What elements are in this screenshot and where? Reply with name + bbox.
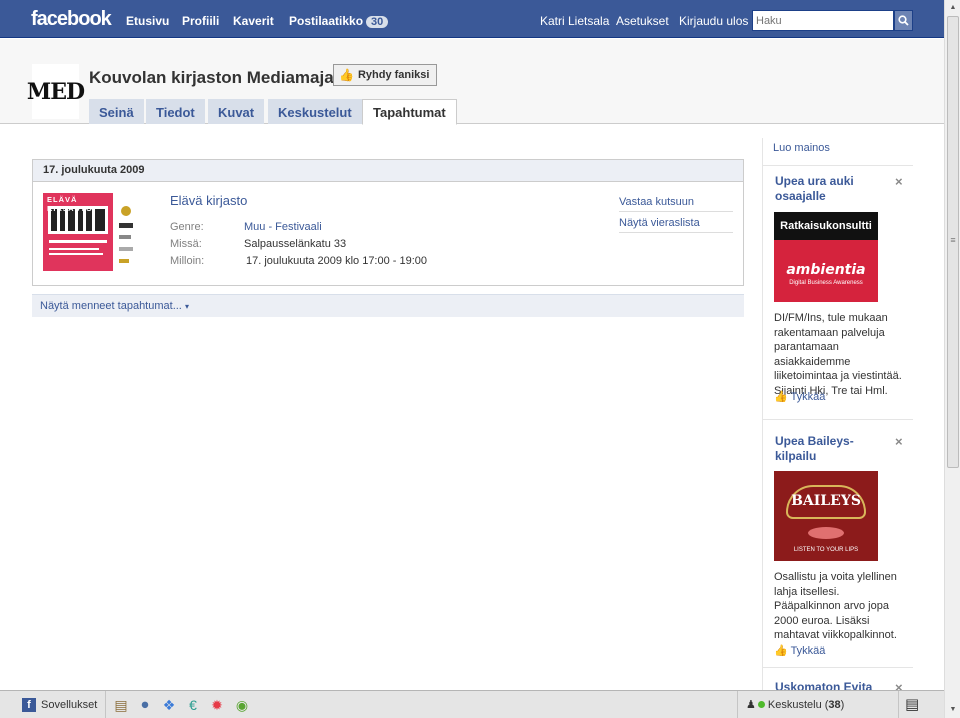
become-fan-label: Ryhdy faniksi — [357, 69, 430, 81]
inbox-count-badge: 30 — [366, 16, 389, 28]
tab-info[interactable]: Tiedot — [146, 99, 205, 124]
nav-home[interactable]: Etusivu — [126, 14, 169, 28]
ad-image-brand: ambientia — [786, 262, 866, 278]
facebook-icon: f — [22, 697, 36, 712]
online-dot-icon — [757, 701, 765, 708]
chat-button[interactable]: ♟ Keskustelu (38) — [737, 691, 899, 718]
ad-title[interactable]: Uskomaton Evita — [775, 680, 893, 690]
page-header: MED Kouvolan kirjaston Mediamaja 👍 Ryhdy… — [0, 39, 944, 125]
search-button[interactable] — [894, 10, 913, 31]
ad-like-button[interactable]: 👍 Tykkää — [774, 390, 825, 403]
thumbs-up-icon: 👍 — [774, 645, 788, 657]
notes-icon[interactable]: ▤ — [112, 696, 130, 714]
nav-profile[interactable]: Profiili — [182, 14, 219, 28]
close-icon[interactable]: × — [895, 174, 903, 189]
ad-title[interactable]: Upea Baileys-kilpailu — [775, 434, 893, 464]
facebook-logo[interactable]: facebook — [31, 8, 112, 31]
events-box: 17. joulukuuta 2009 ELÄVÄ KIRJASTO Elävä… — [32, 159, 744, 286]
chat-options-icon[interactable]: ▤ — [905, 695, 919, 713]
top-bar: facebook Etusivu Profiili Kaverit Postil… — [0, 0, 944, 38]
event-location-value: Salpausselänkatu 33 — [244, 238, 347, 250]
ad-like-button[interactable]: 👍 Tykkää — [774, 644, 825, 657]
ad-image-tagline: Digital Business Awareness — [789, 280, 863, 286]
nav-settings[interactable]: Asetukset — [616, 14, 669, 28]
event-genre-label: Genre: — [170, 221, 204, 233]
lips-icon — [808, 527, 844, 539]
ads-column: Luo mainos Upea ura auki osaajalle × Rat… — [762, 138, 913, 690]
ad-image-tagline: LISTEN TO YOUR LIPS — [793, 547, 859, 553]
search-input[interactable] — [752, 10, 894, 31]
tab-discussions[interactable]: Keskustelut — [268, 99, 362, 124]
close-icon[interactable]: × — [895, 680, 903, 690]
scroll-up-arrow-icon[interactable]: ▲ — [945, 0, 960, 16]
past-events-label: Näytä menneet tapahtumat... — [40, 300, 182, 312]
scroll-down-arrow-icon[interactable]: ▼ — [945, 702, 960, 718]
become-fan-button[interactable]: 👍 Ryhdy faniksi — [333, 64, 438, 86]
guest-list-link[interactable]: Näytä vieraslista — [619, 217, 733, 233]
chat-count: 38 — [828, 698, 841, 711]
ad-image-brand: BAILEYS — [791, 493, 861, 509]
car-icon[interactable]: ⚫ — [136, 696, 154, 714]
nav-inbox-label: Postilaatikko — [289, 14, 364, 28]
close-icon[interactable]: × — [895, 434, 903, 449]
globe-icon[interactable]: ◉ — [233, 696, 251, 714]
puzzle-icon[interactable]: ❖ — [160, 696, 178, 714]
thumbs-up-icon: 👍 — [339, 68, 354, 82]
rsvp-link[interactable]: Vastaa kutsuun — [619, 196, 733, 212]
ad-like-label: Tykkää — [790, 645, 826, 657]
tab-photos[interactable]: Kuvat — [208, 99, 265, 124]
event-time-label: Milloin: — [170, 255, 205, 267]
ad-like-label: Tykkää — [790, 391, 826, 403]
past-events-bar: Näytä menneet tapahtumat... ▾ — [32, 294, 744, 317]
ad-item: Upea Baileys-kilpailu × BAILEYS LISTEN T… — [763, 419, 913, 667]
nav-logout[interactable]: Kirjaudu ulos — [679, 14, 748, 28]
ad-item: Uskomaton Evita × — [763, 667, 913, 690]
event-location-label: Missä: — [170, 238, 202, 250]
thumbs-up-icon: 👍 — [774, 391, 788, 403]
chat-label: Keskustelu — [767, 698, 822, 711]
search-box — [752, 10, 913, 31]
nav-inbox[interactable]: Postilaatikko 30 — [289, 14, 389, 28]
event-time-value: 17. joulukuuta 2009 klo 17:00 - 19:00 — [246, 255, 428, 267]
ad-text: DI/FM/Ins, tule mukaan rakentamaan palve… — [774, 312, 902, 397]
event-poster-title: ELÄVÄ KIRJASTO — [47, 195, 93, 213]
scroll-grip-icon: ≡ — [950, 235, 956, 245]
past-events-link[interactable]: Näytä menneet tapahtumat... ▾ — [40, 300, 189, 312]
ad-image[interactable]: BAILEYS LISTEN TO YOUR LIPS — [774, 471, 878, 561]
tab-events[interactable]: Tapahtumat — [362, 99, 457, 125]
scrollbar-thumb[interactable]: ≡ — [947, 16, 959, 468]
page-logo[interactable]: MED — [27, 64, 85, 119]
burst-icon[interactable]: ✹ — [208, 696, 226, 714]
ad-image-caption: Ratkaisukonsultti — [774, 212, 878, 240]
applications-button[interactable]: f Sovellukset — [14, 691, 107, 718]
event-title-link[interactable]: Elävä kirjasto — [170, 193, 247, 208]
event-genre-link[interactable]: Muu - Festivaali — [244, 221, 322, 233]
euro-icon[interactable]: € — [184, 696, 202, 714]
event-date-header: 17. joulukuuta 2009 — [33, 160, 743, 182]
ad-text: Osallistu ja voita ylellinen lahja itsel… — [774, 571, 897, 641]
nav-friends[interactable]: Kaverit — [233, 14, 274, 28]
applications-label: Sovellukset — [41, 698, 98, 711]
search-icon — [898, 15, 909, 26]
chevron-down-icon: ▾ — [184, 302, 189, 311]
person-icon: ♟ — [746, 699, 756, 711]
nav-user-name[interactable]: Katri Lietsala — [540, 14, 609, 28]
scrollbar[interactable]: ▲ ≡ ▼ — [944, 0, 960, 718]
page-title: Kouvolan kirjaston Mediamaja — [89, 68, 334, 87]
ad-title[interactable]: Upea ura auki osaajalle — [775, 174, 893, 204]
ad-item: Upea ura auki osaajalle × Ratkaisukonsul… — [763, 165, 913, 419]
event-thumbnail[interactable]: ELÄVÄ KIRJASTO — [43, 193, 141, 271]
tab-wall[interactable]: Seinä — [89, 99, 144, 124]
ad-image[interactable]: Ratkaisukonsultti ambientia Digital Busi… — [774, 212, 878, 302]
create-ad-link[interactable]: Luo mainos — [773, 142, 830, 154]
bottom-bar: f Sovellukset ▤ ⚫ ❖ € ✹ ◉ ♟ Keskustelu (… — [0, 690, 944, 718]
